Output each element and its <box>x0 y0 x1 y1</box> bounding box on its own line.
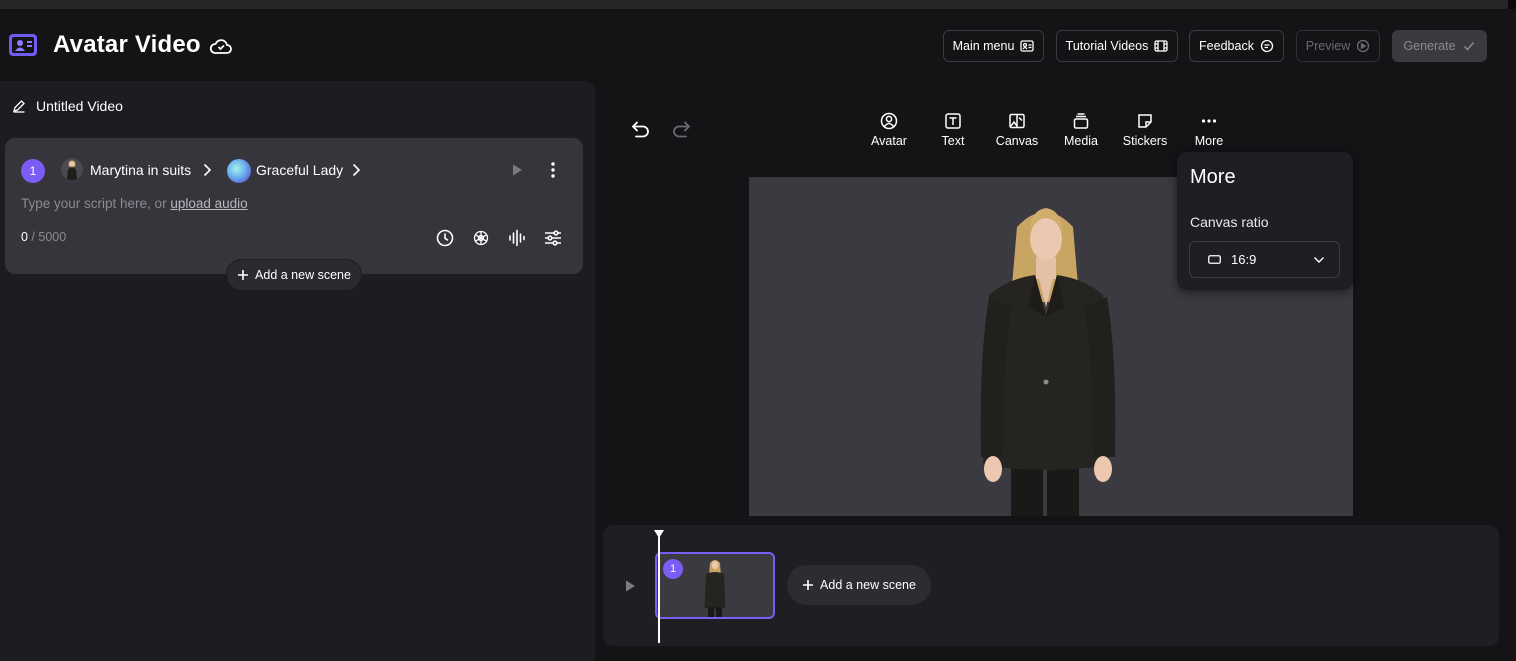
play-circle-icon <box>1357 39 1370 53</box>
cloud-save-icon[interactable] <box>209 36 233 56</box>
playhead-handle-icon[interactable] <box>653 529 665 539</box>
app-header: Avatar Video Main menu Tutorial Videos F… <box>0 9 1516 81</box>
scene-number-badge: 1 <box>21 159 45 183</box>
preview-label: Preview <box>1305 39 1351 53</box>
text-icon <box>945 113 961 129</box>
toolbar-more-label: More <box>1194 134 1224 148</box>
add-new-scene-button[interactable]: Add a new scene <box>226 259 362 291</box>
clock-icon[interactable] <box>435 228 455 248</box>
aspect-ratio-icon <box>1208 255 1221 264</box>
app-title: Avatar Video <box>53 31 201 58</box>
toolbar-avatar-label: Avatar <box>871 134 907 148</box>
tutorial-videos-label: Tutorial Videos <box>1065 39 1149 53</box>
canvas-ratio-label: Canvas ratio <box>1190 214 1269 230</box>
feedback-label: Feedback <box>1199 39 1254 53</box>
toolbar-avatar[interactable]: Avatar <box>859 112 919 148</box>
film-icon <box>1154 40 1168 52</box>
timeline-scene-number: 1 <box>663 559 683 579</box>
toolbar-more[interactable]: More <box>1179 112 1239 148</box>
redo-icon[interactable] <box>670 119 692 139</box>
scene-play-icon[interactable] <box>511 163 523 177</box>
more-dots-icon <box>1201 119 1217 123</box>
feedback-button[interactable]: Feedback <box>1189 30 1284 62</box>
generate-button[interactable]: Generate <box>1392 30 1487 62</box>
kebab-menu-icon[interactable] <box>548 160 558 180</box>
avatar-name[interactable]: Marytina in suits <box>90 162 191 178</box>
avatar-video-logo-icon <box>9 34 37 56</box>
voice-thumbnail[interactable] <box>227 159 251 183</box>
timeline-play-icon[interactable] <box>624 579 636 593</box>
generate-label: Generate <box>1403 39 1456 53</box>
voice-chevron-right-icon[interactable] <box>351 162 361 178</box>
audio-waveform-icon[interactable] <box>507 228 527 248</box>
main-menu-icon <box>1020 40 1035 52</box>
media-stack-icon <box>1073 113 1089 129</box>
avatar-icon <box>880 112 898 130</box>
more-popup-title: More <box>1190 166 1236 188</box>
project-title-row[interactable]: Untitled Video <box>12 98 123 114</box>
script-input[interactable]: Type your script here, or upload audio <box>21 196 248 211</box>
toolbar-text[interactable]: Text <box>923 112 983 148</box>
tutorial-videos-button[interactable]: Tutorial Videos <box>1056 30 1178 62</box>
voice-name[interactable]: Graceful Lady <box>256 162 343 178</box>
script-placeholder: Type your script here, or <box>21 196 171 211</box>
timeline-scene-thumbnail[interactable]: 1 <box>655 552 775 619</box>
add-new-scene-label: Add a new scene <box>255 268 351 282</box>
script-panel: Untitled Video 1 Marytina in suits Grace… <box>0 81 595 661</box>
sticker-icon <box>1138 114 1152 128</box>
scene-card[interactable]: 1 Marytina in suits Graceful Lady Type y… <box>5 138 583 274</box>
main-menu-button[interactable]: Main menu <box>943 30 1044 62</box>
character-counter: 0 / 5000 <box>21 230 66 244</box>
plus-icon <box>238 270 249 280</box>
toolbar-media-label: Media <box>1063 134 1099 148</box>
char-count-current: 0 <box>21 230 28 244</box>
upload-audio-link[interactable]: upload audio <box>170 196 247 211</box>
avatar-chevron-right-icon[interactable] <box>202 162 212 178</box>
timeline-add-new-scene-label: Add a new scene <box>820 578 916 592</box>
chat-icon <box>1260 39 1274 53</box>
sliders-settings-icon[interactable] <box>543 228 563 248</box>
chevron-down-icon <box>1314 256 1324 263</box>
toolbar-stickers[interactable]: Stickers <box>1115 112 1175 148</box>
plus-icon <box>803 580 814 590</box>
ai-openai-icon[interactable] <box>471 228 491 248</box>
playhead[interactable] <box>658 537 660 643</box>
canvas-ratio-value: 16:9 <box>1231 252 1257 267</box>
canvas-ratio-select[interactable]: 16:9 <box>1189 241 1340 278</box>
toolbar-text-label: Text <box>941 134 965 148</box>
project-title[interactable]: Untitled Video <box>36 98 123 114</box>
undo-icon[interactable] <box>630 119 652 139</box>
timeline: 1 Add a new scene <box>603 525 1499 646</box>
toolbar-stickers-label: Stickers <box>1122 134 1168 148</box>
canvas-icon <box>1009 113 1025 129</box>
timeline-add-new-scene-button[interactable]: Add a new scene <box>787 565 931 605</box>
check-icon <box>1463 42 1474 51</box>
edit-pencil-icon[interactable] <box>12 99 26 113</box>
preview-button[interactable]: Preview <box>1296 30 1380 62</box>
toolbar-canvas[interactable]: Canvas <box>987 112 1047 148</box>
toolbar-canvas-label: Canvas <box>995 134 1039 148</box>
more-popup: More Canvas ratio 16:9 <box>1177 152 1353 290</box>
avatar-thumbnail[interactable] <box>61 158 83 180</box>
char-count-max: / 5000 <box>27 230 67 244</box>
main-menu-label: Main menu <box>952 39 1015 53</box>
toolbar-media[interactable]: Media <box>1051 112 1111 148</box>
window-top-strip <box>0 0 1516 9</box>
